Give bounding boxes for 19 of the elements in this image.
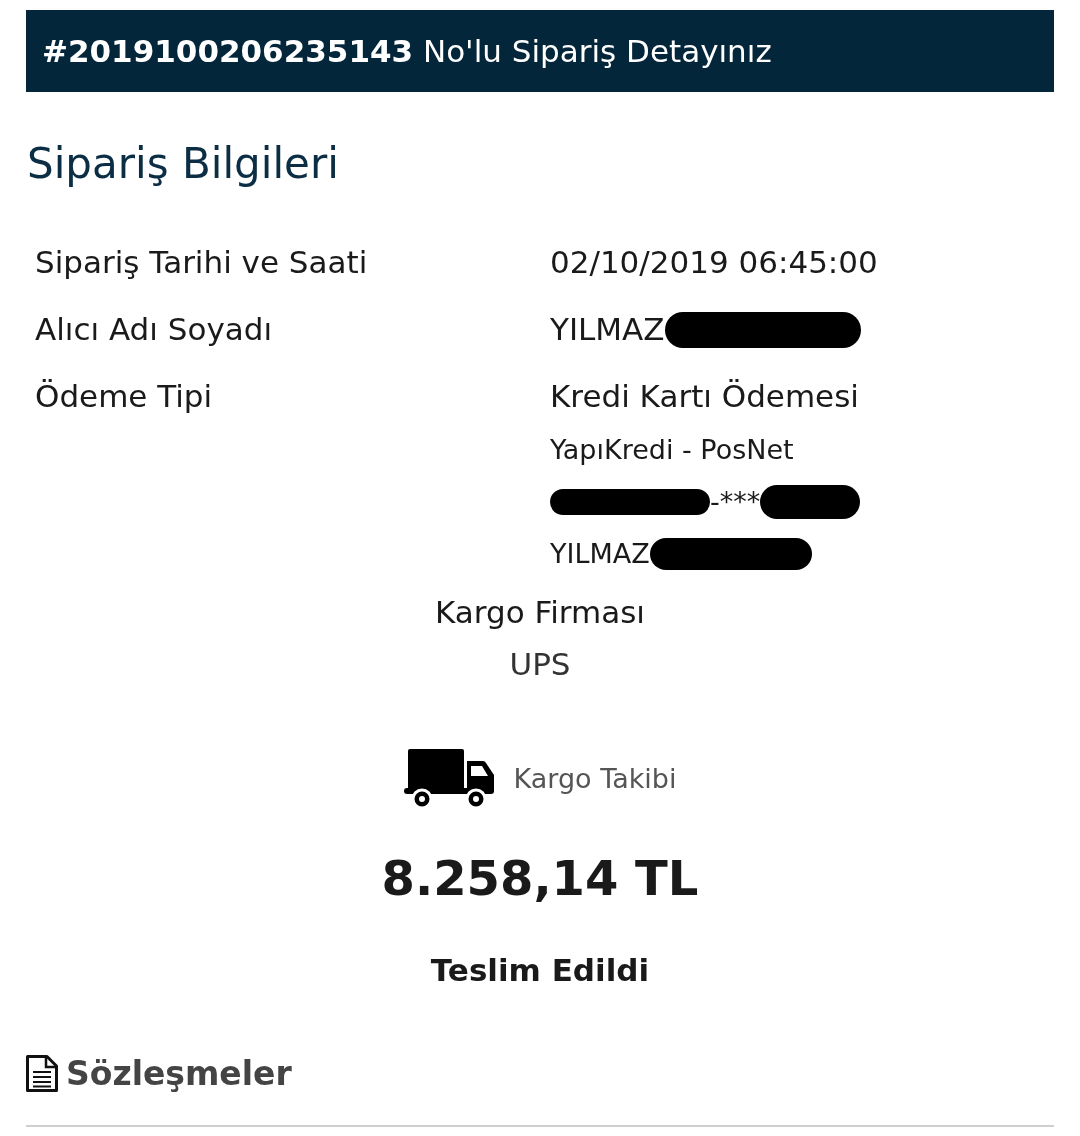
- info-value: 02/10/2019 06:45:00: [550, 243, 878, 283]
- contracts-link[interactable]: Sözleşmeler: [66, 1048, 292, 1099]
- payment-detail: -***: [710, 484, 761, 519]
- info-value: YILMAZ: [550, 310, 665, 350]
- document-icon: [26, 1055, 58, 1092]
- tracking-link[interactable]: Kargo Takibi: [513, 758, 677, 800]
- order-title: #2019100206235143 No'lu Sipariş Detayınız: [42, 31, 772, 71]
- info-value: Kredi Kartı Ödemesi: [550, 377, 859, 417]
- info-label: Ödeme Tipi: [35, 377, 214, 417]
- order-total: 8.258,14 TL: [381, 849, 699, 908]
- shipping-label: Kargo Firması: [435, 593, 645, 632]
- section-title: Sipariş Bilgileri: [27, 138, 339, 190]
- payment-detail: YapıKredi - PosNet: [550, 432, 794, 467]
- truck-icon: [403, 748, 495, 810]
- order-status: Teslim Edildi: [430, 951, 650, 990]
- payment-detail: YILMAZ: [550, 536, 650, 571]
- shipping-company: UPS: [509, 645, 571, 684]
- info-label: Sipariş Tarihi ve Saati: [35, 243, 369, 283]
- info-label: Alıcı Adı Soyadı: [35, 310, 274, 350]
